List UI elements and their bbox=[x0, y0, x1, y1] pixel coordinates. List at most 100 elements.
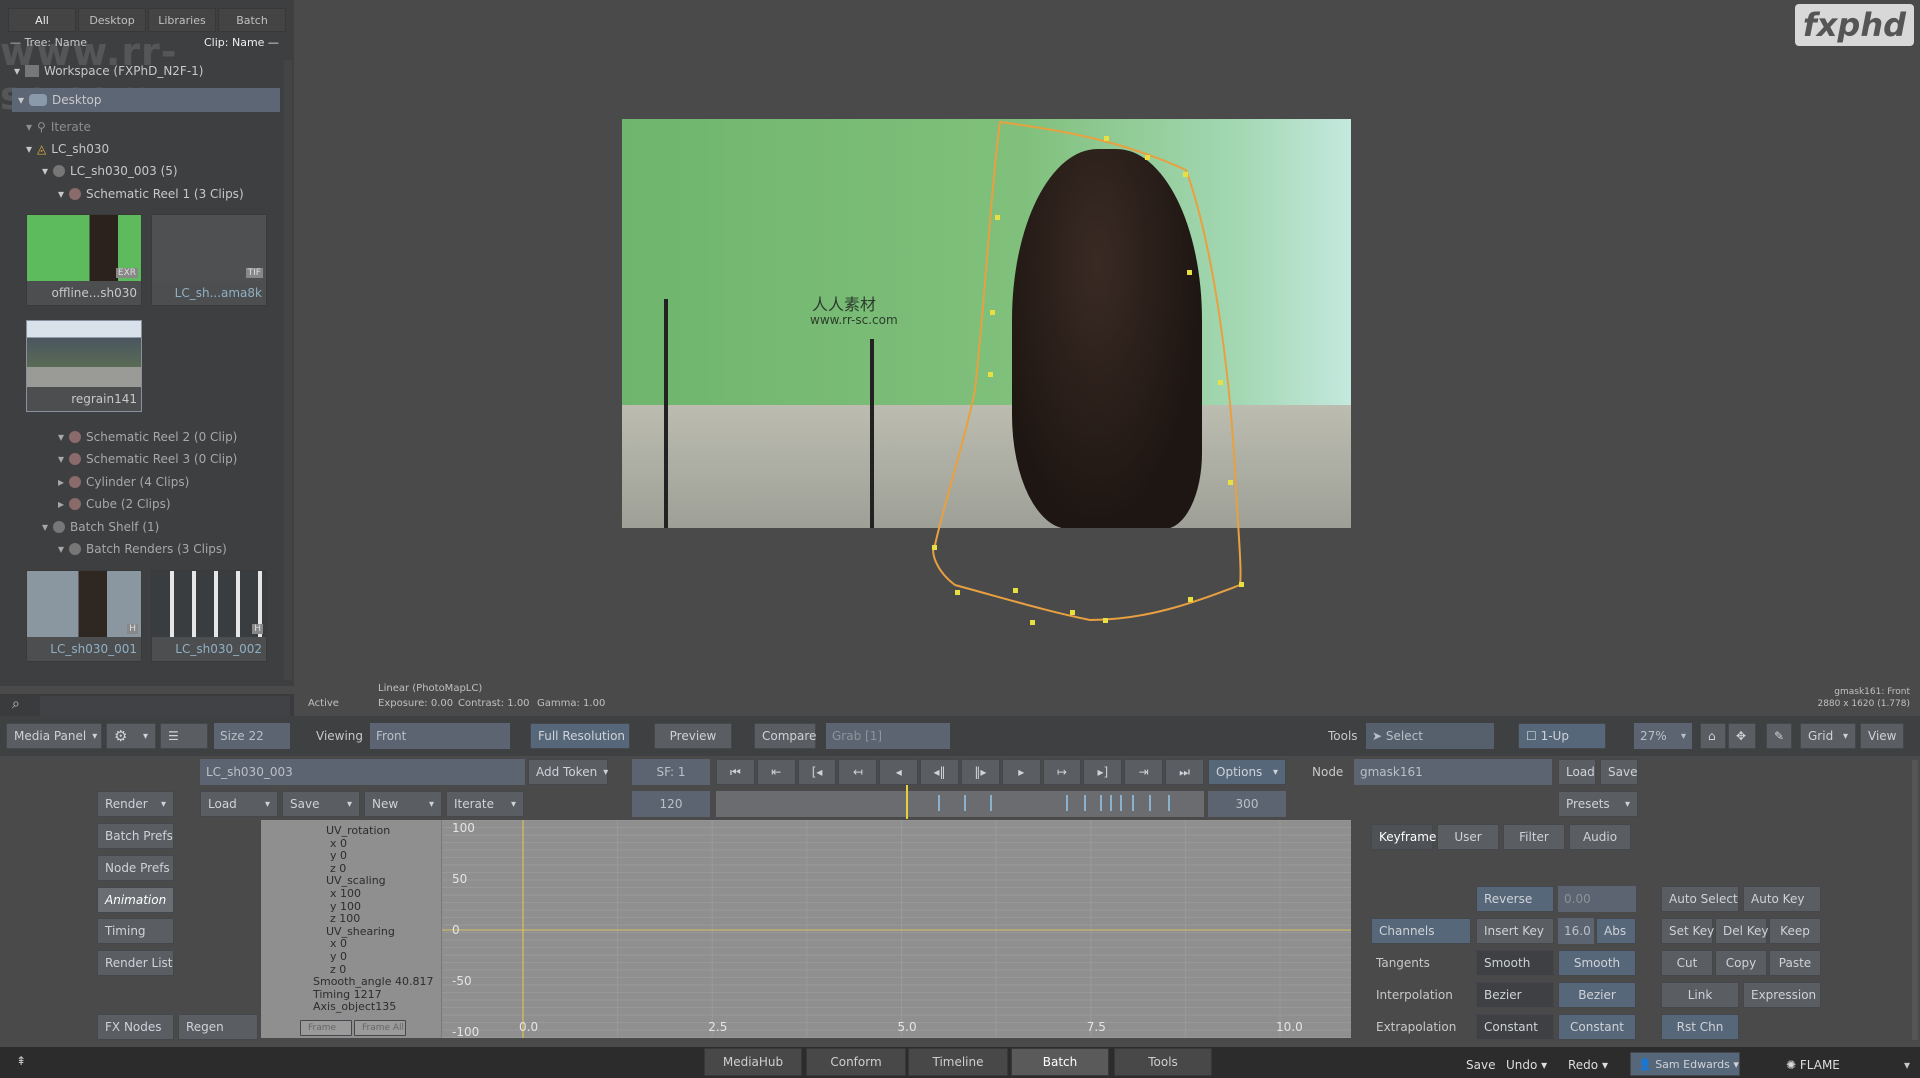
tab-filter[interactable]: Filter bbox=[1503, 824, 1565, 850]
home-icon[interactable]: ⌂ bbox=[1700, 723, 1726, 749]
iterate-button[interactable]: Iterate bbox=[446, 791, 524, 817]
channel-item[interactable]: Axis_object135 bbox=[313, 1000, 396, 1013]
play-icon[interactable]: ▸ bbox=[1001, 759, 1041, 785]
node-load-button[interactable]: Load bbox=[1558, 759, 1596, 785]
tab-mediahub[interactable]: MediaHub bbox=[704, 1048, 802, 1076]
new-button[interactable]: New bbox=[364, 791, 442, 817]
animation-button[interactable]: Animation bbox=[97, 887, 174, 913]
abs-button[interactable]: Abs bbox=[1596, 918, 1636, 944]
eyedropper-icon[interactable]: ✎ bbox=[1766, 723, 1792, 749]
tab-batch-active[interactable]: Batch bbox=[1011, 1048, 1109, 1076]
play-reverse-icon[interactable]: ◂‖ bbox=[920, 759, 959, 785]
undo-button[interactable]: Undo ▾ bbox=[1506, 1058, 1547, 1072]
scrollbar[interactable] bbox=[1912, 760, 1918, 1040]
channel-item[interactable]: x 100 bbox=[330, 887, 361, 900]
next-keyframe-icon[interactable]: ↦ bbox=[1042, 759, 1082, 785]
next-key-icon[interactable]: ⇥ bbox=[1124, 759, 1164, 785]
channel-group[interactable]: UV_shearing bbox=[326, 925, 395, 938]
auto-select-button[interactable]: Auto Select bbox=[1661, 886, 1739, 912]
frame-all-button[interactable]: Frame All bbox=[354, 1020, 406, 1036]
list-view-icon[interactable]: ☰ bbox=[160, 723, 208, 749]
set-key-button[interactable]: Set Key bbox=[1661, 918, 1714, 944]
fx-nodes-button[interactable]: FX Nodes bbox=[97, 1014, 174, 1040]
go-to-end-icon[interactable]: ⏭ bbox=[1165, 759, 1204, 785]
channel-item[interactable]: x 0 bbox=[330, 837, 347, 850]
prev-keyframe-icon[interactable]: ↤ bbox=[838, 759, 878, 785]
end-field[interactable]: 300 bbox=[1208, 791, 1286, 817]
render-list-button[interactable]: Render List bbox=[97, 950, 174, 976]
grid-dropdown[interactable]: Grid bbox=[1800, 723, 1856, 749]
cut-button[interactable]: Cut bbox=[1661, 950, 1713, 976]
node-name-field[interactable]: gmask161 bbox=[1354, 759, 1552, 785]
playhead[interactable] bbox=[906, 785, 908, 819]
step-back-icon[interactable]: ◂ bbox=[879, 759, 919, 785]
timeline-scrubber[interactable] bbox=[716, 785, 1204, 819]
tab-user[interactable]: User bbox=[1437, 824, 1499, 850]
paste-button[interactable]: Paste bbox=[1769, 950, 1821, 976]
gear-icon[interactable]: ⚙ bbox=[106, 723, 156, 749]
zoom-dropdown[interactable]: 27% bbox=[1634, 723, 1692, 749]
save-link[interactable]: Save bbox=[1466, 1058, 1495, 1072]
curve-graph[interactable] bbox=[442, 820, 1351, 1038]
tab-conform[interactable]: Conform bbox=[806, 1048, 906, 1076]
layout-button[interactable]: ☐ 1-Up bbox=[1518, 723, 1606, 749]
preview-button[interactable]: Preview bbox=[654, 723, 732, 749]
mask-curve[interactable] bbox=[932, 120, 1242, 622]
mask-spline[interactable] bbox=[0, 0, 1920, 720]
tab-timeline[interactable]: Timeline bbox=[908, 1048, 1008, 1076]
channel-item[interactable]: y 0 bbox=[330, 849, 347, 862]
extrapolation-value[interactable]: Constant bbox=[1476, 1014, 1554, 1040]
redo-button[interactable]: Redo ▾ bbox=[1568, 1058, 1608, 1072]
go-to-start-icon[interactable]: ⏮ bbox=[716, 759, 755, 785]
channel-item[interactable]: z 100 bbox=[330, 912, 360, 925]
channel-group[interactable]: UV_scaling bbox=[326, 874, 386, 887]
select-tool[interactable]: ➤ Select bbox=[1366, 723, 1494, 749]
expression-button[interactable]: Expression bbox=[1743, 982, 1821, 1008]
go-to-out-icon[interactable]: ▸] bbox=[1083, 759, 1123, 785]
tab-audio[interactable]: Audio bbox=[1569, 824, 1631, 850]
channel-item[interactable]: Timing 1217 bbox=[313, 988, 382, 1001]
reverse-button[interactable]: Reverse bbox=[1476, 886, 1554, 912]
batch-name-field[interactable]: LC_sh030_003 bbox=[200, 759, 525, 785]
keep-button[interactable]: Keep bbox=[1769, 918, 1821, 944]
tab-keyframe[interactable]: Keyframe bbox=[1371, 824, 1436, 850]
insert-value-field[interactable]: 16.0 bbox=[1558, 918, 1594, 944]
start-frame-field[interactable]: SF: 1 bbox=[632, 759, 710, 785]
batch-prefs-button[interactable]: Batch Prefs bbox=[97, 823, 174, 849]
expand-panel-icon[interactable]: ⇞ bbox=[16, 1054, 26, 1068]
channel-item[interactable]: z 0 bbox=[330, 862, 346, 875]
add-token-button[interactable]: Add Token bbox=[528, 759, 608, 785]
channel-item[interactable]: Smooth_angle 40.817 bbox=[313, 975, 433, 988]
regen-button[interactable]: Regen bbox=[178, 1014, 258, 1040]
tangents-smooth-button[interactable]: Smooth bbox=[1558, 950, 1636, 976]
size-slider[interactable]: Size 22 bbox=[214, 723, 290, 749]
node-save-button[interactable]: Save bbox=[1600, 759, 1638, 785]
interpolation-bezier-button[interactable]: Bezier bbox=[1558, 982, 1636, 1008]
compare-button[interactable]: Compare bbox=[754, 723, 816, 749]
channel-item[interactable]: y 100 bbox=[330, 900, 361, 913]
extrapolation-constant-button[interactable]: Constant bbox=[1558, 1014, 1636, 1040]
copy-button[interactable]: Copy bbox=[1715, 950, 1767, 976]
tab-tools[interactable]: Tools bbox=[1114, 1048, 1212, 1076]
save-button[interactable]: Save bbox=[282, 791, 360, 817]
app-menu-icon[interactable]: ▾ bbox=[1904, 1058, 1910, 1072]
play-forward-slow-icon[interactable]: ‖▸ bbox=[960, 759, 1000, 785]
go-to-in-icon[interactable]: [◂ bbox=[797, 759, 837, 785]
link-button[interactable]: Link bbox=[1661, 982, 1739, 1008]
user-dropdown[interactable]: 👤 Sam Edwards ▾ bbox=[1630, 1052, 1740, 1076]
del-key-button[interactable]: Del Key bbox=[1715, 918, 1769, 944]
insert-key-button[interactable]: Insert Key bbox=[1476, 918, 1554, 944]
reverse-value-field[interactable]: 0.00 bbox=[1558, 886, 1636, 912]
channels-button[interactable]: Channels bbox=[1371, 918, 1471, 944]
options-dropdown[interactable]: Options bbox=[1208, 759, 1286, 785]
channel-group[interactable]: UV_rotation bbox=[326, 824, 390, 837]
start-field[interactable]: 120 bbox=[632, 791, 710, 817]
media-panel-dropdown[interactable]: Media Panel bbox=[6, 723, 102, 749]
reset-channel-button[interactable]: Rst Chn bbox=[1661, 1014, 1739, 1040]
channel-item[interactable]: x 0 bbox=[330, 937, 347, 950]
view-button[interactable]: View bbox=[1860, 723, 1904, 749]
fit-icon[interactable]: ✥ bbox=[1728, 723, 1756, 749]
presets-dropdown[interactable]: Presets bbox=[1558, 791, 1638, 817]
full-resolution-button[interactable]: Full Resolution bbox=[530, 723, 630, 749]
viewing-select[interactable]: Front bbox=[370, 723, 510, 749]
